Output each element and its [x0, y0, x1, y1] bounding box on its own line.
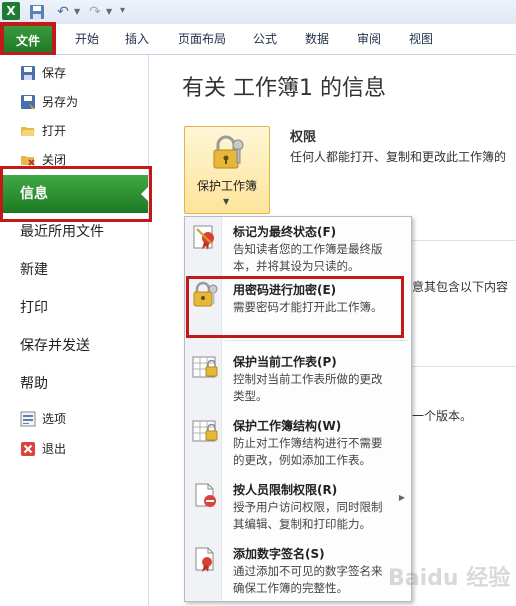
nav-close-label: 关闭 [42, 153, 67, 167]
menu-item-title: 添加数字签名(S) [233, 547, 325, 561]
quick-access-toolbar: X ↶ ▼ ↷ ▼ ▾ [0, 0, 516, 25]
nav-close[interactable]: 关闭 [0, 146, 148, 174]
permissions-title: 权限 [290, 130, 317, 145]
nav-info-label: 信息 [20, 186, 48, 202]
customize-qat-icon[interactable]: ▾ [120, 5, 125, 16]
tab-page-layout[interactable]: 页面布局 [166, 24, 238, 54]
menu-item-title: 标记为最终状态(F) [233, 225, 337, 239]
nav-options-label: 选项 [42, 412, 67, 426]
menu-item-description: 告知读者您的工作簿是最终版 本，并将其设为只读的。 [233, 242, 383, 273]
menu-item-protect-structure[interactable]: 保护工作簿结构(W) 防止对工作簿结构进行不需要 的更改，例如添加工作表。 [185, 413, 411, 469]
menu-item-description: 通过添加不可见的数字签名来 确保工作簿的完整性。 [233, 564, 383, 595]
nav-options[interactable]: 选项 [0, 405, 148, 433]
nav-open[interactable]: 打开 [0, 117, 148, 145]
nav-recent[interactable]: 最近所用文件 [0, 213, 148, 251]
close-document-icon [20, 152, 36, 168]
redo-dropdown-icon[interactable]: ▼ [106, 7, 112, 16]
workbook-lock-icon [191, 417, 219, 445]
menu-item-mark-final[interactable]: 标记为最终状态(F) 告知读者您的工作簿是最终版 本，并将其设为只读的。 [185, 219, 411, 275]
sheet-lock-icon [191, 353, 219, 381]
options-icon [20, 411, 36, 427]
menu-item-description: 控制对当前工作表所做的更改 类型。 [233, 372, 383, 403]
menu-item-title: 保护当前工作表(P) [233, 355, 337, 369]
nav-open-label: 打开 [42, 124, 67, 138]
nav-help[interactable]: 帮助 [0, 365, 148, 403]
ribbon-tab-bar: 文件 开始 插入 页面布局 公式 数据 审阅 视图 [0, 24, 516, 55]
tab-home[interactable]: 开始 [62, 24, 112, 54]
final-ribbon-icon [191, 223, 219, 251]
inspect-partial-text: 注意其包含以下内容 [400, 280, 509, 294]
menu-item-description: 需要密码才能打开此工作簿。 [233, 300, 383, 314]
restrict-permission-icon [191, 481, 219, 509]
tab-view[interactable]: 视图 [398, 24, 444, 54]
menu-item-encrypt-password[interactable]: 用密码进行加密(E) 需要密码才能打开此工作簿。 [185, 277, 411, 329]
menu-item-title: 保护工作簿结构(W) [233, 419, 342, 433]
undo-dropdown-icon[interactable]: ▼ [74, 7, 80, 16]
nav-exit-label: 退出 [42, 442, 67, 456]
watermark: Baidu 经验 [388, 566, 511, 591]
menu-item-restrict-permission[interactable]: 按人员限制权限(R) 授予用户访问权限，同时限制 其编辑、复制和打印能力。 ▶ [185, 477, 411, 533]
nav-print-label: 打印 [20, 300, 48, 316]
selected-arrow-icon [141, 186, 149, 202]
save-as-icon [20, 94, 36, 110]
section-divider [410, 240, 516, 241]
menu-item-description: 授予用户访问权限，同时限制 其编辑、复制和打印能力。 [233, 500, 383, 531]
nav-save-as-label: 另存为 [42, 95, 79, 109]
nav-new-label: 新建 [20, 262, 48, 278]
tab-formulas[interactable]: 公式 [242, 24, 288, 54]
menu-item-protect-sheet[interactable]: 保护当前工作表(P) 控制对当前工作表所做的更改 类型。 [185, 349, 411, 405]
page-title: 有关 工作簿1 的信息 [182, 76, 386, 101]
protect-workbook-label: 保护工作簿 [196, 179, 257, 193]
digital-signature-icon [191, 545, 219, 573]
lock-key-icon [211, 135, 245, 174]
nav-print[interactable]: 打印 [0, 289, 148, 327]
nav-save-as[interactable]: 另存为 [0, 88, 148, 116]
dropdown-caret-icon: ▼ [223, 197, 230, 206]
backstage-nav: 保存 另存为 打开 关闭 信息 最近所用文件 新建 打印 保存并发送 帮助 选项… [0, 55, 149, 606]
nav-help-label: 帮助 [20, 376, 48, 392]
menu-item-title: 按人员限制权限(R) [233, 483, 338, 497]
nav-save-send[interactable]: 保存并发送 [0, 327, 148, 365]
tab-review[interactable]: 审阅 [346, 24, 392, 54]
lock-key-icon [191, 281, 219, 309]
undo-icon[interactable]: ↶ [54, 3, 72, 21]
tab-insert[interactable]: 插入 [112, 24, 162, 54]
protect-workbook-button[interactable]: 保护工作簿 ▼ [184, 126, 270, 214]
tab-data[interactable]: 数据 [294, 24, 340, 54]
section-divider [410, 366, 516, 367]
menu-item-description: 防止对工作簿结构进行不需要 的更改，例如添加工作表。 [233, 436, 383, 467]
folder-open-icon [20, 123, 36, 139]
save-icon [20, 65, 36, 81]
nav-exit[interactable]: 退出 [0, 435, 148, 463]
redo-icon[interactable]: ↷ [86, 3, 104, 21]
nav-save-send-label: 保存并发送 [20, 338, 90, 354]
nav-save[interactable]: 保存 [0, 59, 148, 87]
nav-info[interactable]: 信息 [0, 175, 149, 213]
protect-workbook-menu: 标记为最终状态(F) 告知读者您的工作簿是最终版 本，并将其设为只读的。 用密码进… [184, 216, 412, 602]
tab-file[interactable]: 文件 [2, 24, 54, 54]
permissions-description: 任何人都能打开、复制和更改此工作簿的 [290, 150, 507, 164]
submenu-arrow-icon: ▶ [398, 493, 405, 502]
nav-new[interactable]: 新建 [0, 251, 148, 289]
menu-separator [225, 340, 409, 341]
exit-icon [20, 441, 36, 457]
nav-save-label: 保存 [42, 66, 67, 80]
menu-item-digital-signature[interactable]: 添加数字签名(S) 通过添加不可见的数字签名来 确保工作簿的完整性。 [185, 541, 411, 599]
save-icon[interactable] [28, 3, 46, 21]
menu-item-title: 用密码进行加密(E) [233, 283, 337, 297]
excel-logo-icon[interactable]: X [2, 2, 20, 20]
nav-recent-label: 最近所用文件 [20, 224, 104, 240]
